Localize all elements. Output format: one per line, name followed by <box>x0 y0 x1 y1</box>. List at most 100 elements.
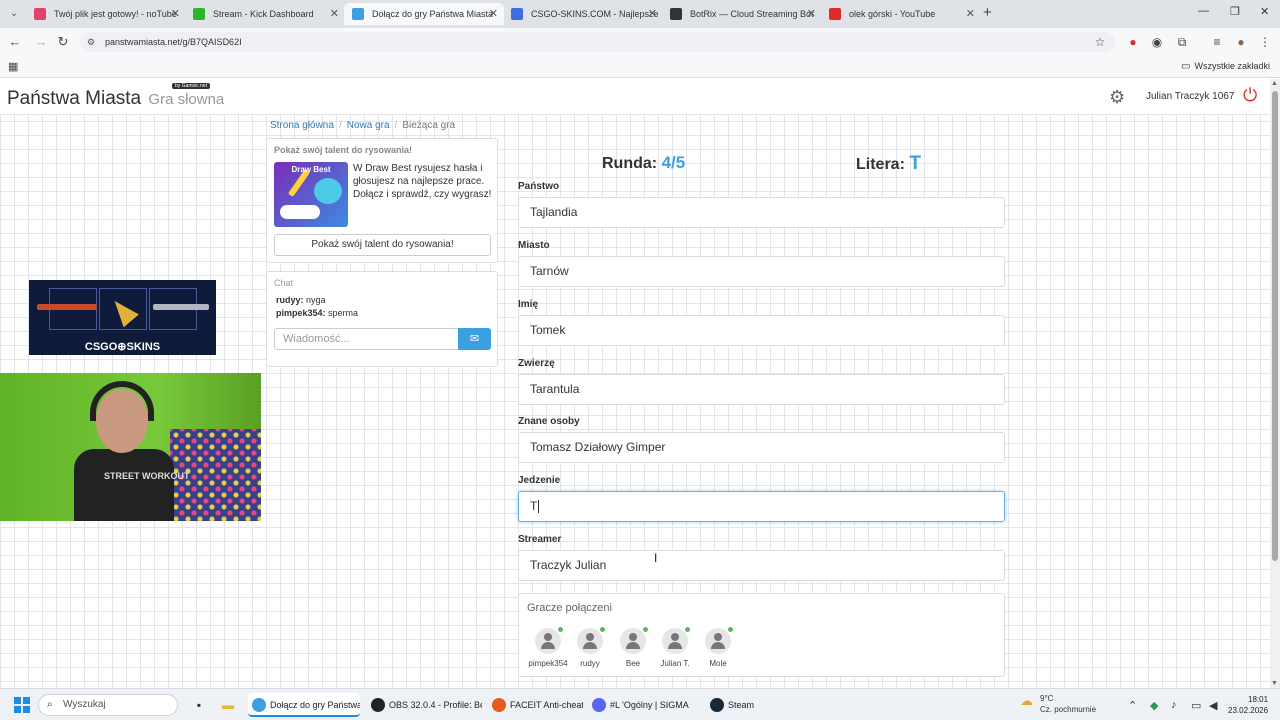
field-label-food: Jedzenie <box>518 475 561 486</box>
volume-icon[interactable]: ◀ <box>1209 699 1217 712</box>
scrollbar-thumb[interactable] <box>1272 91 1278 561</box>
tray-app-icon[interactable]: ◆ <box>1150 699 1158 712</box>
reading-list-icon[interactable]: ≡ <box>1209 34 1225 50</box>
taskbar-app-obs[interactable]: OBS 32.0.4 - Profile: Bez <box>367 693 482 717</box>
scroll-up-icon[interactable]: ▲ <box>1271 80 1278 87</box>
close-icon[interactable]: ✕ <box>171 3 180 25</box>
online-status-dot <box>643 627 648 632</box>
folder-icon: ▭ <box>1181 61 1191 72</box>
chat-user: rudyy: <box>276 295 304 305</box>
close-icon[interactable]: ✕ <box>966 3 975 25</box>
page-scrollbar[interactable]: ▲ ▼ <box>1270 79 1280 688</box>
player-item[interactable]: Mole <box>694 627 742 668</box>
tray-overflow-icon[interactable]: ⌃ <box>1128 699 1137 712</box>
close-icon[interactable]: ✕ <box>807 3 816 25</box>
browser-tab[interactable]: CSGO-SKINS.COM - Najlepsze ✕ <box>503 3 663 25</box>
restore-icon[interactable]: ❐ <box>1230 5 1240 18</box>
player-item[interactable]: Bee <box>609 627 657 668</box>
address-bar[interactable]: ⚙ panstwamiasta.net/g/B7QAISD62I <box>80 32 1115 52</box>
taskbar-app-steam[interactable]: Steam <box>706 693 766 717</box>
browser-menu-icon[interactable]: ⋮ <box>1257 34 1273 50</box>
site-logo[interactable]: Państwa Miasta Gra słowna <box>7 88 224 110</box>
windows-start-icon[interactable] <box>14 697 30 713</box>
player-item[interactable]: rudyy <box>566 627 614 668</box>
draw-best-image[interactable]: Draw Best <box>274 162 348 227</box>
apps-grid-icon[interactable]: ▦ <box>8 60 18 73</box>
scroll-down-icon[interactable]: ▼ <box>1271 680 1278 687</box>
taskbar-app-label: Dołącz do gry Państwa M <box>270 700 360 710</box>
forward-icon[interactable]: → <box>32 33 50 51</box>
profile-avatar-icon[interactable]: ● <box>1233 34 1249 50</box>
chat-message-input[interactable]: Wiadomość... <box>274 328 459 350</box>
microphone-icon[interactable]: ♪ <box>1171 699 1177 711</box>
user-avatar-icon <box>662 627 690 654</box>
field-input-country[interactable]: Tajlandia <box>518 197 1005 228</box>
close-icon[interactable]: ✕ <box>648 3 657 25</box>
field-input-name[interactable]: Tomek <box>518 315 1005 346</box>
tab-search-icon[interactable]: ⌄ <box>6 6 22 22</box>
breadcrumb-home[interactable]: Strona główna <box>270 120 334 131</box>
food-value: T <box>530 499 538 513</box>
bookmark-star-icon[interactable]: ☆ <box>1092 34 1108 50</box>
user-avatar-icon <box>620 627 648 654</box>
draw-best-label: Draw Best <box>291 165 331 174</box>
extension-icon[interactable]: ◉ <box>1149 34 1165 50</box>
avatar-head <box>714 633 722 641</box>
power-icon[interactable]: ⏻ <box>1243 85 1257 106</box>
field-input-animal[interactable]: Tarantula <box>518 374 1005 405</box>
csgo-skins-ad[interactable]: CSGO⊕SKINS <box>29 280 216 355</box>
weather-widget[interactable]: ☁ 9°C Cz. pochmurnie <box>1020 693 1096 715</box>
close-icon[interactable]: ✕ <box>330 3 339 25</box>
online-status-dot <box>685 627 690 632</box>
field-input-famous-people[interactable]: Tomasz Działowy Gimper <box>518 432 1005 463</box>
address-url: panstwamiasta.net/g/B7QAISD62I <box>105 37 242 47</box>
back-icon[interactable]: ← <box>6 33 24 51</box>
taskbar-app-chrome[interactable]: Dołącz do gry Państwa M <box>248 693 360 717</box>
task-view-icon[interactable]: ▪ <box>191 697 207 713</box>
player-name: Mole <box>709 659 727 668</box>
field-input-city[interactable]: Tarnów <box>518 256 1005 287</box>
extension-icon[interactable]: ● <box>1125 34 1141 50</box>
taskbar-app-faceit[interactable]: FACEIT Anti-cheat <box>488 693 583 717</box>
player-item[interactable]: Julian T. <box>651 627 699 668</box>
field-input-streamer[interactable]: Traczyk Julian <box>518 550 1005 581</box>
by-gamisc-badge: by Gamisc.net <box>172 83 210 89</box>
player-item[interactable]: pimpek354 <box>524 627 572 668</box>
new-tab-icon[interactable]: + <box>983 4 992 21</box>
tab-favicon <box>193 8 205 20</box>
browser-tab[interactable]: olek górski - YouTube ✕ <box>821 3 981 25</box>
browser-tab[interactable]: Stream - Kick Dashboard ✕ <box>185 3 345 25</box>
extensions-puzzle-icon[interactable]: ⧉ <box>1174 34 1190 50</box>
file-explorer-icon[interactable]: ▬ <box>220 697 236 713</box>
breadcrumb-new-game[interactable]: Nowa gra <box>347 120 390 131</box>
steam-icon <box>710 698 724 712</box>
avatar-shoulders <box>668 642 682 649</box>
chat-title: Chat <box>274 278 294 288</box>
faceit-icon <box>492 698 506 712</box>
brand-name: Państwa Miasta <box>7 88 142 109</box>
minimize-icon[interactable]: — <box>1198 5 1209 17</box>
taskbar-clock[interactable]: 18:01 23.02.2026 <box>1228 694 1268 716</box>
network-icon[interactable]: ▭ <box>1191 699 1201 712</box>
close-window-icon[interactable]: ✕ <box>1260 5 1269 18</box>
browser-tab[interactable]: Twój plik jest gotowy! - noTube ✕ <box>26 3 186 25</box>
site-info-icon[interactable]: ⚙ <box>87 37 97 47</box>
close-icon[interactable]: ✕ <box>489 3 498 25</box>
chat-send-button[interactable]: ✉ <box>458 328 491 350</box>
field-input-food[interactable]: T <box>518 491 1005 522</box>
gear-icon[interactable]: ⚙ <box>1109 87 1125 108</box>
brand-subtitle: Gra słowna <box>148 91 225 108</box>
promo-cloud <box>280 205 320 219</box>
reload-icon[interactable]: ↻ <box>54 33 72 51</box>
browser-tab-active[interactable]: Dołącz do gry Państwa Miasta ✕ <box>344 3 504 25</box>
promo-button[interactable]: Pokaż swój talent do rysowania! <box>274 234 491 256</box>
browser-tab[interactable]: BotRix — Cloud Streaming Bot ✕ <box>662 3 822 25</box>
taskbar-search[interactable]: ⌕ Wyszukaj <box>38 694 178 716</box>
all-bookmarks[interactable]: ▭ Wszystkie zakładki <box>1181 61 1270 72</box>
player-name: rudyy <box>580 659 600 668</box>
promo-text: W Draw Best rysujesz hasła i głosujesz n… <box>353 163 492 200</box>
avatar-shoulders <box>626 642 640 649</box>
taskbar-app-discord[interactable]: #L 'Ogólny | SIGMA <box>588 693 700 717</box>
user-name[interactable]: Julian Traczyk 1067 <box>1146 91 1234 102</box>
ad-weapon-image <box>153 304 209 310</box>
